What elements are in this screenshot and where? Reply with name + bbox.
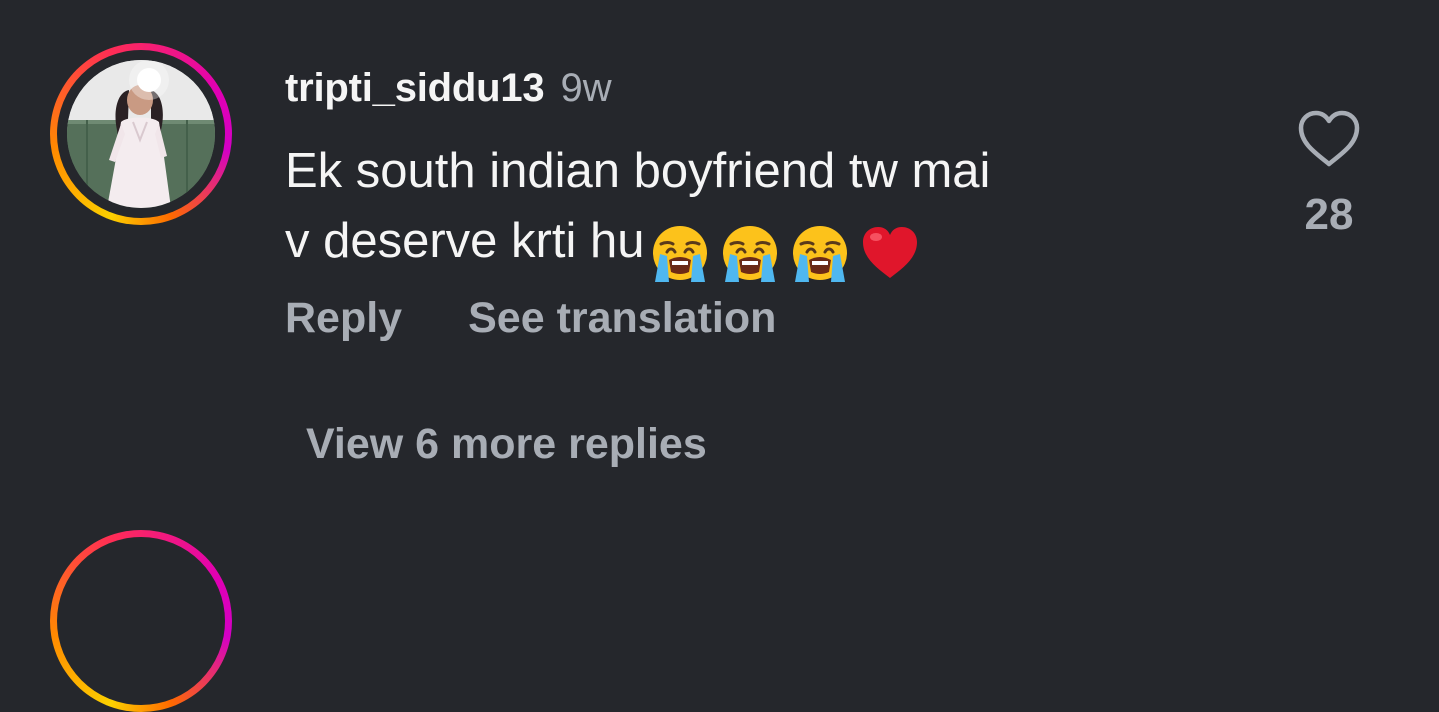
crying-face-emoji-icon bbox=[792, 226, 847, 282]
see-translation-button[interactable]: See translation bbox=[468, 294, 776, 343]
reply-button[interactable]: Reply bbox=[285, 294, 402, 343]
heart-outline-icon[interactable] bbox=[1296, 108, 1362, 170]
avatar-photo bbox=[67, 60, 215, 208]
comment-item: tripti_siddu13 9w Ek south indian boyfri… bbox=[0, 0, 1439, 468]
comment-text-line-2: v deserve krti hu bbox=[285, 214, 645, 268]
comment-actions: Reply See translation bbox=[285, 290, 776, 346]
comment-text-line-1: Ek south indian boyfriend tw mai bbox=[285, 144, 991, 198]
like-count: 28 bbox=[1304, 190, 1354, 239]
like-control: 28 bbox=[1296, 108, 1362, 240]
crying-face-emoji-icon bbox=[722, 226, 777, 282]
avatar bbox=[67, 60, 215, 208]
story-ring-avatar[interactable] bbox=[50, 43, 232, 225]
username[interactable]: tripti_siddu13 bbox=[285, 66, 545, 111]
next-comment-avatar[interactable] bbox=[50, 530, 232, 712]
comment-text-line-2-wrapper: v deserve krti hu bbox=[285, 206, 1185, 282]
comment-timestamp: 9w bbox=[560, 66, 612, 110]
emoji-strip bbox=[647, 220, 927, 290]
comment-header: tripti_siddu13 9w bbox=[285, 66, 612, 114]
comment-body: Ek south indian boyfriend tw mai v deser… bbox=[285, 136, 1185, 282]
view-more-replies-button[interactable]: View 6 more replies bbox=[306, 420, 707, 474]
red-heart-emoji-icon bbox=[862, 227, 917, 278]
crying-face-emoji-icon bbox=[652, 226, 707, 282]
